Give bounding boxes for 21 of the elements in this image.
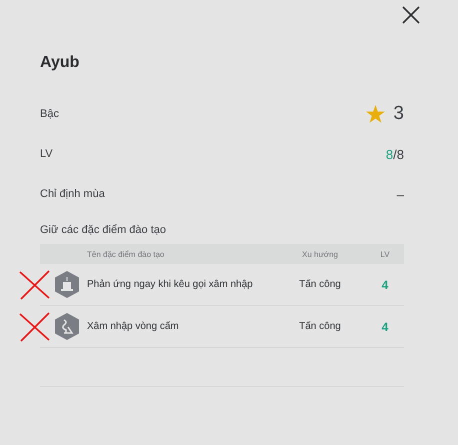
trait-level: 4 [382, 320, 388, 334]
level-value: 8/8 [386, 146, 404, 162]
trait-level: 4 [382, 278, 388, 292]
star-icon [366, 105, 386, 123]
level-label: LV [40, 148, 53, 160]
trait-icon [54, 271, 80, 298]
season-label: Chỉ định mùa [40, 188, 105, 200]
trait-name: Phản ứng ngay khi kêu gọi xâm nhập [87, 279, 254, 290]
column-header: LV [380, 250, 390, 258]
trait-trend: Tấn công [299, 279, 341, 290]
season-value: – [396, 186, 404, 202]
trait-trend: Tấn công [299, 321, 341, 332]
trait-icon [54, 313, 80, 340]
rank-label: Bậc [40, 108, 59, 120]
rank-value: 3 [393, 103, 404, 125]
trait-name: Xâm nhập vòng cấm [87, 321, 180, 332]
column-header: Tên đặc điểm đào tạo [87, 250, 166, 258]
close-icon[interactable] [402, 6, 420, 24]
section-heading: Giữ các đặc điểm đào tạo [40, 224, 167, 236]
player-name: Ayub [40, 54, 80, 72]
column-header: Xu hướng [302, 250, 338, 258]
